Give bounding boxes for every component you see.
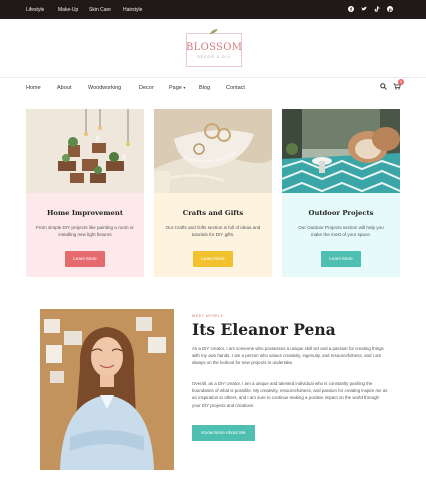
svg-text:p: p <box>388 6 391 11</box>
nav-item-page-label: Page <box>169 85 182 91</box>
leaf-icon <box>209 28 219 37</box>
card-crafts-and-gifts: Crafts and Gifts Our Crafts and Gifts se… <box>154 109 272 277</box>
twitter-icon[interactable] <box>357 6 370 14</box>
search-icon[interactable] <box>380 83 387 92</box>
top-link-lifestyle[interactable]: Lifestyle <box>26 7 58 13</box>
site-tagline: DECOR & DIY <box>197 55 231 59</box>
learn-more-button[interactable]: Learn More <box>65 251 105 267</box>
card-body: Crafts and Gifts Our Crafts and Gifts se… <box>154 193 272 277</box>
about-paragraph-2: Overall, as a DIY creator, I am a unique… <box>192 381 388 408</box>
nav-item-contact[interactable]: Contact <box>226 85 256 91</box>
chevron-down-icon: ▾ <box>183 85 186 90</box>
card-body: Outdoor Projects Our Outdoor Projects se… <box>282 193 400 277</box>
nav-item-woodworking[interactable]: Woodworking <box>88 85 139 91</box>
nav-divider <box>0 77 426 78</box>
nav-item-blog[interactable]: Blog <box>199 85 226 91</box>
social-icons: f p <box>344 0 396 19</box>
learn-more-button[interactable]: Learn More <box>193 251 233 267</box>
top-link-hairstyle[interactable]: Hairstyle <box>123 7 155 13</box>
svg-text:f: f <box>350 6 352 11</box>
tiktok-icon[interactable] <box>370 5 383 14</box>
about-paragraph-1: As a DIY creator, I am someone who posse… <box>192 346 384 366</box>
know-more-button[interactable]: Know More About Me <box>192 425 255 441</box>
card-image-patio <box>282 109 400 193</box>
card-title: Home Improvement <box>47 209 123 217</box>
nav-item-page[interactable]: Page ▾ <box>169 85 199 91</box>
section-kicker: MEET MYSELF <box>192 313 224 318</box>
top-link-makeup[interactable]: Make-Up <box>58 7 89 13</box>
card-description: Our Crafts and Gifts section is full of … <box>165 225 261 237</box>
pinterest-icon[interactable]: p <box>383 5 396 14</box>
card-home-improvement: Home Improvement From simple DIY project… <box>26 109 144 277</box>
learn-more-button[interactable]: Learn More <box>321 251 361 267</box>
author-photo <box>40 309 174 470</box>
card-image-shelves <box>26 109 144 193</box>
top-links: Lifestyle Make-Up Skin Care Hairstyle <box>26 0 155 19</box>
facebook-icon[interactable]: f <box>344 5 357 14</box>
card-image-jewelry <box>154 109 272 193</box>
about-title: Its Eleanor Pena <box>192 320 336 339</box>
card-description: From simple DIY projects like painting a… <box>36 225 134 237</box>
top-link-skincare[interactable]: Skin Care <box>89 7 123 13</box>
site-logo[interactable]: BLOSSOM <box>186 42 242 53</box>
nav-item-about[interactable]: About <box>57 85 88 91</box>
card-body: Home Improvement From simple DIY project… <box>26 193 144 277</box>
main-nav: Home About Woodworking Decor Page ▾ Blog… <box>26 82 256 94</box>
nav-item-home[interactable]: Home <box>26 85 57 91</box>
cart-count-badge: 0 <box>398 79 404 85</box>
card-outdoor-projects: Outdoor Projects Our Outdoor Projects se… <box>282 109 400 277</box>
card-title: Outdoor Projects <box>308 209 374 217</box>
top-bar: Lifestyle Make-Up Skin Care Hairstyle f … <box>0 0 426 19</box>
nav-item-decor[interactable]: Decor <box>139 85 169 91</box>
card-title: Crafts and Gifts <box>182 209 244 217</box>
card-description: Our Outdoor Projects section will help y… <box>298 225 384 237</box>
